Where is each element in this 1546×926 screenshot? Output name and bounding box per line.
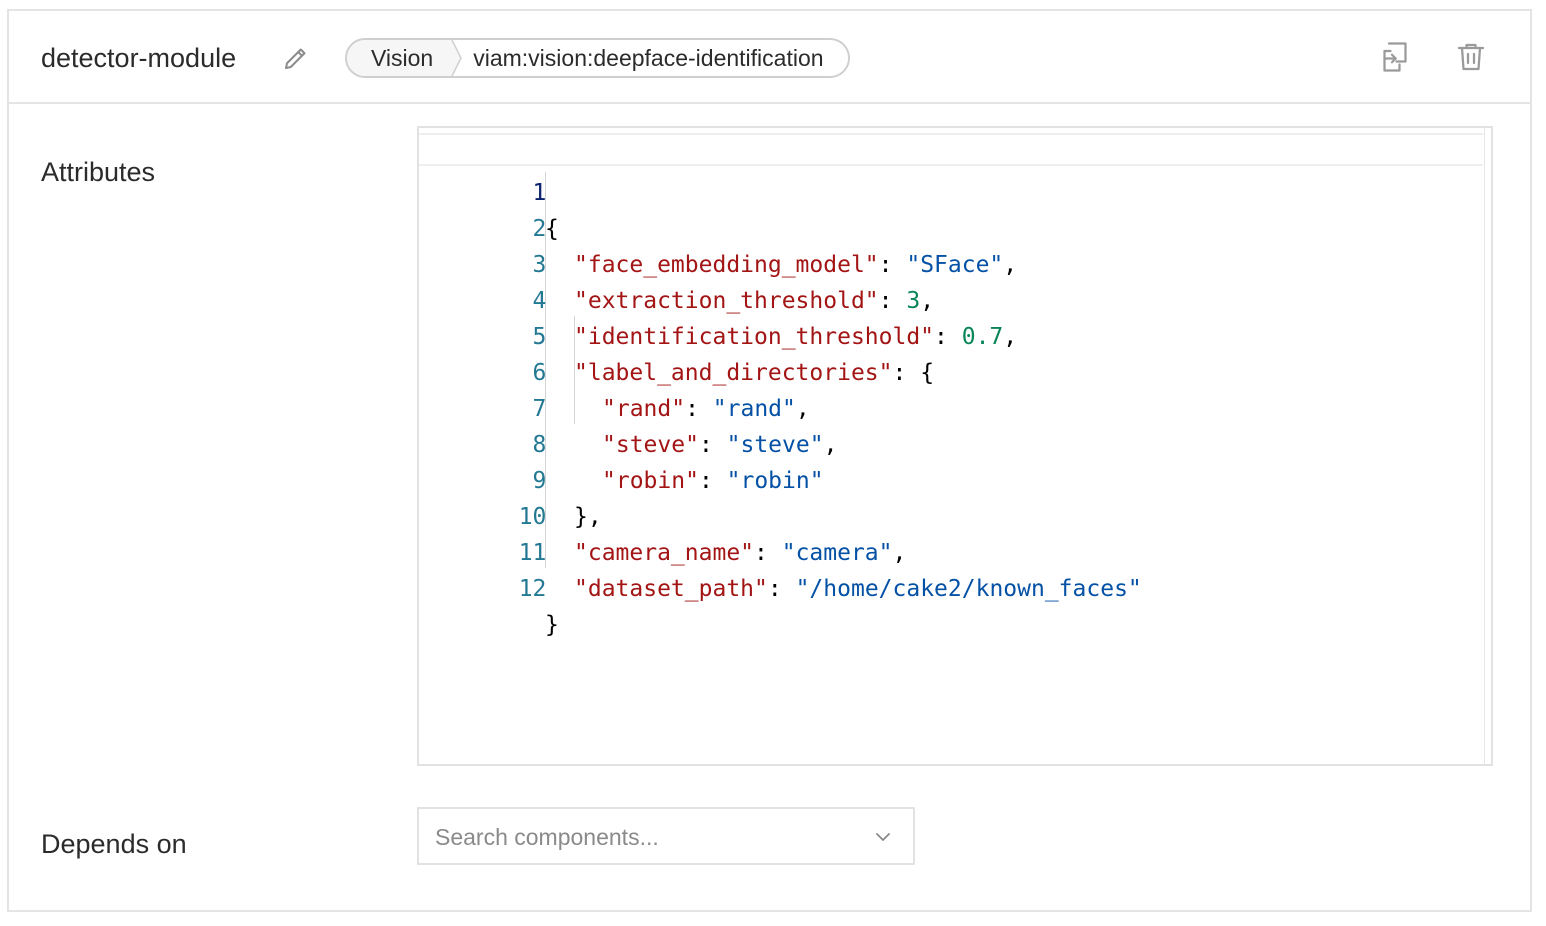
card-header: detector-module Vision viam:vision:deepf… bbox=[9, 11, 1530, 104]
code-text: }, bbox=[574, 504, 602, 530]
code-line[interactable]: 2 "face_embedding_model": "SFace", bbox=[419, 175, 1018, 278]
model-breadcrumb: Vision viam:vision:deepface-identificati… bbox=[345, 38, 850, 78]
pencil-icon[interactable] bbox=[281, 43, 311, 73]
code-line[interactable]: 6 "rand": "rand", bbox=[419, 319, 810, 422]
editor-scrollbar[interactable] bbox=[1484, 128, 1485, 764]
code-text: { bbox=[545, 216, 559, 242]
line-number: 11 bbox=[518, 540, 547, 566]
resource-name: detector-module bbox=[41, 43, 237, 73]
breadcrumb-model: viam:vision:deepface-identification bbox=[465, 40, 848, 76]
code-line[interactable]: 3 "extraction_threshold": 3, bbox=[419, 211, 935, 314]
trash-icon[interactable] bbox=[1453, 39, 1489, 75]
json-string: "/home/cake2/known_faces" bbox=[795, 576, 1142, 602]
json-key: "dataset_path" bbox=[574, 576, 768, 602]
breadcrumb-separator-icon bbox=[449, 40, 466, 76]
json-string: "SFace" bbox=[906, 252, 1004, 278]
line-number: 10 bbox=[518, 504, 547, 530]
json-key: "robin" bbox=[602, 468, 699, 494]
code-line[interactable]: 12 } bbox=[419, 535, 559, 638]
chevron-down-icon[interactable] bbox=[873, 827, 893, 847]
code-line[interactable]: 4 "identification_threshold": 0.7, bbox=[419, 247, 1018, 350]
json-string: "rand" bbox=[712, 396, 796, 422]
attributes-label: Attributes bbox=[41, 157, 156, 187]
code-line[interactable]: 1 { bbox=[419, 139, 559, 242]
json-key: "steve" bbox=[602, 432, 699, 458]
code-line[interactable]: 7 "steve": "steve", bbox=[419, 355, 838, 458]
json-string: "steve" bbox=[726, 432, 824, 458]
line-number: 2 bbox=[532, 216, 547, 242]
line-number: 12 bbox=[518, 576, 547, 602]
line-number: 8 bbox=[532, 432, 547, 458]
line-number: 4 bbox=[532, 288, 547, 314]
code-line[interactable]: 11 "dataset_path": "/home/cake2/known_fa… bbox=[419, 499, 1142, 602]
line-number: 6 bbox=[532, 360, 547, 386]
code-text: } bbox=[545, 612, 559, 638]
json-key: "camera_name" bbox=[574, 540, 755, 566]
json-key: "label_and_directories" bbox=[574, 360, 893, 386]
duplicate-icon[interactable] bbox=[1377, 39, 1413, 75]
code-line[interactable]: 5 "label_and_directories": { bbox=[419, 283, 935, 386]
depends-on-label: Depends on bbox=[41, 829, 187, 859]
json-key: "extraction_threshold" bbox=[574, 288, 879, 314]
json-key: "identification_threshold" bbox=[574, 324, 935, 350]
json-string: "camera" bbox=[781, 540, 893, 566]
attributes-json-editor[interactable]: 1 { 2 "face_embedding_model": "SFace", 3… bbox=[417, 126, 1493, 766]
json-number: 3 bbox=[906, 288, 921, 314]
line-number: 7 bbox=[532, 396, 547, 422]
json-key: "face_embedding_model" bbox=[574, 252, 879, 278]
depends-on-select[interactable] bbox=[417, 807, 915, 865]
line-number: 1 bbox=[532, 180, 547, 206]
code-line[interactable]: 9 }, bbox=[419, 427, 602, 530]
json-key: "rand" bbox=[602, 396, 686, 422]
line-number: 9 bbox=[532, 468, 547, 494]
line-number: 5 bbox=[532, 324, 547, 350]
current-line-highlight bbox=[419, 133, 1483, 166]
json-number: 0.7 bbox=[961, 324, 1004, 350]
line-number: 3 bbox=[532, 252, 547, 278]
code-line[interactable]: 8 "robin": "robin" bbox=[419, 391, 824, 494]
code-line[interactable]: 10 "camera_name": "camera", bbox=[419, 463, 907, 566]
json-string: "robin" bbox=[726, 468, 824, 494]
search-components-input[interactable] bbox=[435, 819, 855, 855]
breadcrumb-type: Vision bbox=[347, 40, 450, 76]
